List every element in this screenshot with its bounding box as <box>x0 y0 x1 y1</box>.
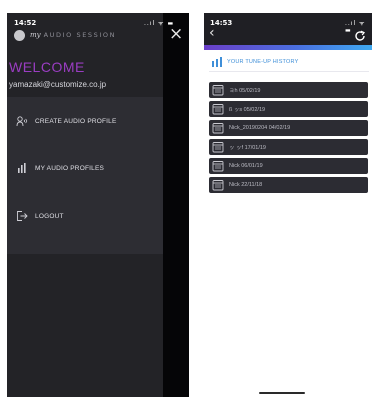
logout-icon <box>15 209 29 223</box>
history-bars-icon <box>212 57 222 67</box>
history-item-label: ß ッs 05/02/19 <box>229 107 266 113</box>
history-item[interactable]: Nick 22/11/18 <box>209 177 368 193</box>
app-logo: my AUDIO SESSION <box>14 29 116 41</box>
create-profile-icon <box>15 114 29 128</box>
menu-item-label: MY AUDIO PROFILES <box>35 164 105 172</box>
header-gradient-bar <box>204 45 372 50</box>
menu-item-logout[interactable]: LOGOUT <box>15 209 64 223</box>
history-item[interactable]: ョh 05/02/19 <box>209 82 368 98</box>
history-item[interactable]: ß ッs 05/02/19 <box>209 101 368 117</box>
left-phone-screen: 14:52 ..ıl ᯤ ▬ my AUDIO SESSION × WELCOM… <box>7 13 189 397</box>
logo-my-text: my <box>30 31 41 39</box>
back-chevron-icon[interactable]: ‹ <box>209 26 215 40</box>
right-phone-screen: 14:53 ..ıl ᯤ ▬ ‹ YOUR TUNE-UP HISTORY ョh… <box>204 13 372 397</box>
calendar-icon <box>212 123 224 134</box>
history-divider <box>209 71 369 72</box>
history-item-label: Nick_20190204 04/02/19 <box>229 125 291 131</box>
history-item[interactable]: ッ ッf 17/01/19 <box>209 139 368 155</box>
menu-item-label: LOGOUT <box>35 212 64 220</box>
history-item-label: Nick 22/11/18 <box>229 182 263 188</box>
history-item[interactable]: Nick 06/01/19 <box>209 158 368 174</box>
status-time: 14:52 <box>14 19 37 27</box>
calendar-icon <box>212 142 224 153</box>
bars-icon <box>15 161 29 175</box>
dimmed-content-overlay[interactable] <box>163 13 189 397</box>
logo-circle-icon <box>14 29 25 41</box>
calendar-icon <box>212 180 224 191</box>
calendar-icon <box>212 104 224 115</box>
menu-item-my-audio-profiles[interactable]: MY AUDIO PROFILES <box>15 161 104 175</box>
history-header: YOUR TUNE-UP HISTORY <box>211 57 298 67</box>
calendar-icon <box>212 161 224 172</box>
user-email: yamazaki@customize.co.jp <box>9 80 107 89</box>
history-item-label: ョh 05/02/19 <box>229 88 261 94</box>
history-list: ョh 05/02/19 ß ッs 05/02/19 Nick_20190204 … <box>209 82 369 196</box>
menu-item-label: CREATE AUDIO PROFILE <box>35 117 117 125</box>
history-title: YOUR TUNE-UP HISTORY <box>227 59 299 65</box>
calendar-icon <box>212 85 224 96</box>
close-icon[interactable]: × <box>169 26 183 43</box>
refresh-icon[interactable] <box>354 30 366 42</box>
home-indicator[interactable] <box>259 392 305 394</box>
welcome-heading: WELCOME <box>9 59 85 75</box>
history-item-label: Nick 06/01/19 <box>229 163 263 169</box>
logo-app-name: AUDIO SESSION <box>43 31 117 39</box>
menu-item-create-audio-profile[interactable]: CREATE AUDIO PROFILE <box>15 114 117 128</box>
history-item-label: ッ ッf 17/01/19 <box>229 145 266 151</box>
history-item[interactable]: Nick_20190204 04/02/19 <box>209 120 368 136</box>
